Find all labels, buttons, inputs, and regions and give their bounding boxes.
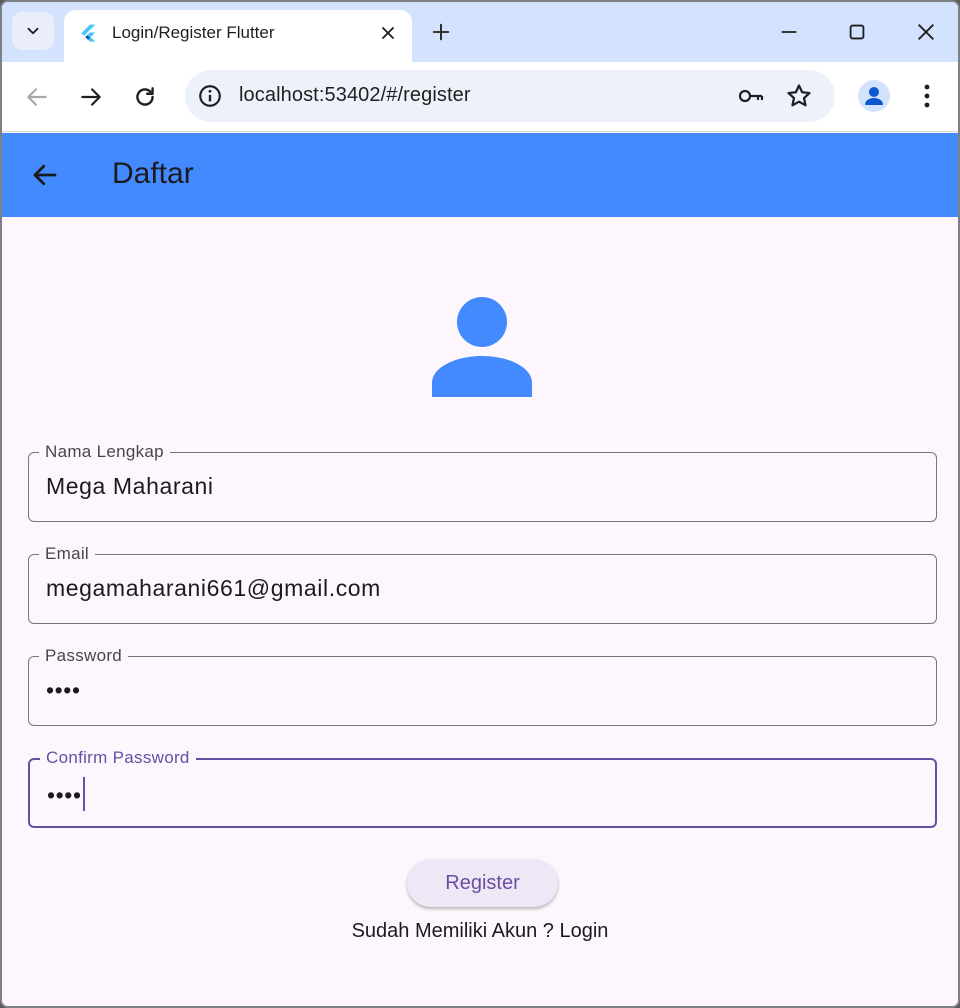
browser-window: Login/Register Flutter localhost:53402/#… xyxy=(0,0,960,1008)
text-caret xyxy=(82,777,85,811)
close-tab-icon[interactable] xyxy=(378,23,398,43)
flutter-icon xyxy=(81,24,96,42)
full-name-field[interactable]: Nama Lengkap Mega Maharani xyxy=(28,442,937,522)
maximize-icon[interactable] xyxy=(846,21,868,43)
confirm-password-value: •••• xyxy=(47,777,85,814)
tab-strip: Login/Register Flutter xyxy=(2,2,958,62)
person-icon xyxy=(432,297,532,397)
back-nav-icon[interactable] xyxy=(24,84,50,110)
app-bar: Daftar xyxy=(2,133,958,217)
login-link[interactable]: Sudah Memiliki Akun ? Login xyxy=(2,920,958,943)
browser-toolbar: localhost:53402/#/register xyxy=(2,62,958,132)
tab-search-button[interactable] xyxy=(12,12,54,50)
password-label: Password xyxy=(39,646,129,666)
url-text: localhost:53402/#/register xyxy=(239,84,471,106)
minimize-icon[interactable] xyxy=(778,21,800,43)
tab-title: Login/Register Flutter xyxy=(112,23,275,42)
full-name-value: Mega Maharani xyxy=(46,473,214,499)
address-bar[interactable]: localhost:53402/#/register xyxy=(185,70,835,122)
confirm-password-text: •••• xyxy=(47,782,82,809)
site-info-icon[interactable] xyxy=(197,83,223,109)
reload-icon[interactable] xyxy=(132,84,158,110)
page-title: Daftar xyxy=(112,157,194,190)
star-icon[interactable] xyxy=(785,82,813,110)
register-button[interactable]: Register xyxy=(407,859,558,907)
forward-nav-icon[interactable] xyxy=(78,84,104,110)
password-field[interactable]: Password •••• xyxy=(28,646,937,726)
email-value: megamaharani661@gmail.com xyxy=(46,575,381,601)
more-menu-icon[interactable] xyxy=(916,82,938,110)
confirm-password-label: Confirm Password xyxy=(40,748,196,768)
key-icon[interactable] xyxy=(737,84,765,108)
email-label: Email xyxy=(39,544,96,564)
close-window-icon[interactable] xyxy=(915,21,937,43)
profile-avatar[interactable] xyxy=(858,80,890,112)
password-value: •••• xyxy=(46,677,81,703)
email-field[interactable]: Email megamaharani661@gmail.com xyxy=(28,544,937,624)
new-tab-icon[interactable] xyxy=(430,21,452,43)
arrow-back-icon[interactable] xyxy=(30,160,60,190)
full-name-label: Nama Lengkap xyxy=(39,442,170,462)
person-icon xyxy=(865,87,883,105)
active-tab[interactable]: Login/Register Flutter xyxy=(64,10,412,62)
confirm-password-field[interactable]: Confirm Password •••• xyxy=(28,748,937,828)
chevron-down-icon xyxy=(27,27,39,35)
register-form: Nama Lengkap Mega Maharani Email megamah… xyxy=(2,217,958,1006)
